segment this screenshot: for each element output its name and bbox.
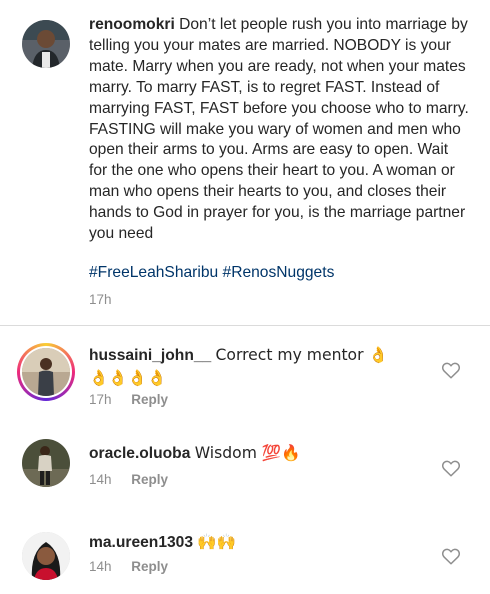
comment-item: hussaini_john__ Correct my mentor 👌 👌👌👌👌… [0,326,490,418]
comment-item: oracle.oluoba Wisdom 💯🔥 14h Reply [0,432,490,504]
comment-timestamp: 17h [89,392,112,407]
comment-meta: 17h Reply [89,392,168,407]
caption-text: renoomokri Don’t let people rush you int… [89,15,469,245]
comment-username[interactable]: ma.ureen1303 [89,534,193,551]
avatar[interactable] [22,348,70,396]
comment-body: Correct my mentor 👌 [215,346,388,364]
comment-meta: 14h Reply [89,559,168,574]
comment-timestamp: 14h [89,559,112,574]
hashtag-link[interactable]: #RenosNuggets [223,264,335,281]
hashtags: #FreeLeahSharibu #RenosNuggets [89,264,334,282]
story-ring[interactable] [17,343,75,401]
comment-text: oracle.oluoba Wisdom 💯🔥 [89,442,429,465]
caption-body: Don’t let people rush you into marriage … [89,16,469,243]
avatar[interactable] [22,20,70,68]
comment-text: ma.ureen1303 🙌🙌 [89,531,429,554]
reply-button[interactable]: Reply [131,392,168,407]
comment-username[interactable]: hussaini_john__ [89,347,211,364]
post-timestamp: 17h [89,292,112,307]
caption-username[interactable]: renoomokri [89,16,175,33]
hashtag-link[interactable]: #FreeLeahSharibu [89,264,218,281]
post-caption: renoomokri Don’t let people rush you int… [0,0,490,325]
avatar[interactable] [22,532,70,580]
comment-body: Wisdom 💯🔥 [194,444,301,462]
comment-body-line2: 👌👌👌👌 [89,369,167,387]
comment-meta: 14h Reply [89,472,168,487]
comment-text: hussaini_john__ Correct my mentor 👌 👌👌👌👌 [89,344,429,390]
reply-button[interactable]: Reply [131,472,168,487]
comment-item: ma.ureen1303 🙌🙌 14h Reply [0,520,490,594]
heart-icon[interactable] [441,361,461,379]
heart-icon[interactable] [441,459,461,477]
comment-username[interactable]: oracle.oluoba [89,445,190,462]
heart-icon[interactable] [441,547,461,565]
comment-body: 🙌🙌 [197,533,237,551]
avatar[interactable] [22,439,70,487]
comment-timestamp: 14h [89,472,112,487]
reply-button[interactable]: Reply [131,559,168,574]
